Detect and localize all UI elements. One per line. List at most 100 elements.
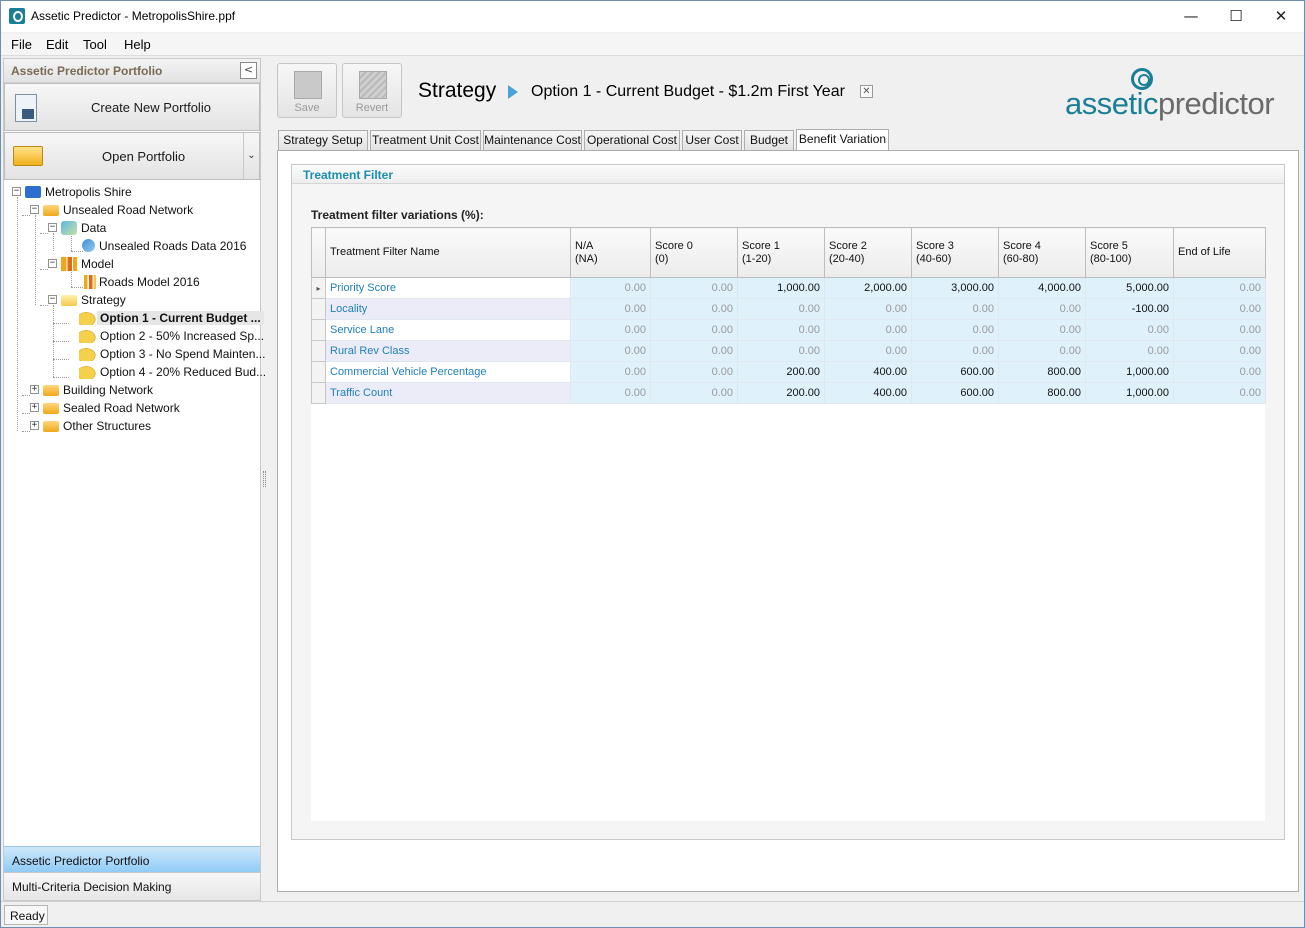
column-header-end-of-life[interactable]: End of Life [1173, 227, 1266, 278]
table-row[interactable]: Locality 0.00 0.00 0.00 0.00 0.00 0.00 -… [311, 298, 1266, 320]
tree-node-unsealed-road-network[interactable]: − Unsealed Road Network [4, 201, 260, 219]
filter-name-cell[interactable]: Rural Rev Class [325, 340, 571, 362]
tree-node-building-network[interactable]: + Building Network [4, 381, 260, 399]
value-cell[interactable]: 0.00 [737, 319, 825, 341]
value-cell[interactable]: 0.00 [911, 298, 999, 320]
value-cell[interactable]: 0.00 [998, 298, 1086, 320]
value-cell[interactable]: 0.00 [1173, 382, 1266, 404]
nav-multi-criteria-decision-making[interactable]: Multi-Criteria Decision Making [4, 872, 260, 900]
close-window-button[interactable]: ✕ [1258, 1, 1304, 32]
column-header-na[interactable]: N/A (NA) [570, 227, 651, 278]
tree-node-option-4[interactable]: Option 4 - 20% Reduced Bud... [4, 363, 266, 381]
panel-splitter-handle[interactable] [263, 471, 266, 487]
value-cell[interactable]: 0.00 [650, 382, 738, 404]
value-cell[interactable]: 0.00 [570, 319, 651, 341]
filter-name-cell[interactable]: Traffic Count [325, 382, 571, 404]
value-cell[interactable]: 0.00 [650, 340, 738, 362]
collapse-icon[interactable]: − [48, 259, 57, 268]
column-header-score-5[interactable]: Score 5 (80-100) [1085, 227, 1174, 278]
value-cell[interactable]: 0.00 [570, 277, 651, 299]
value-cell[interactable]: 0.00 [911, 319, 999, 341]
save-button[interactable]: Save [277, 63, 337, 118]
menu-file[interactable]: File [11, 37, 32, 52]
create-new-portfolio-button[interactable]: Create New Portfolio [4, 83, 260, 131]
value-cell[interactable]: 0.00 [570, 298, 651, 320]
maximize-button[interactable]: ☐ [1213, 1, 1259, 32]
column-header-name[interactable]: Treatment Filter Name [325, 227, 571, 278]
minimize-button[interactable]: — [1168, 1, 1214, 32]
tree-node-model[interactable]: − Model [4, 255, 260, 273]
value-cell[interactable]: 0.00 [1173, 340, 1266, 362]
tab-treatment-unit-cost[interactable]: Treatment Unit Cost [370, 130, 481, 150]
value-cell[interactable]: 0.00 [998, 340, 1086, 362]
value-cell[interactable]: 200.00 [737, 361, 825, 383]
value-cell[interactable]: 800.00 [998, 382, 1086, 404]
value-cell[interactable]: 0.00 [650, 298, 738, 320]
menu-help[interactable]: Help [124, 37, 151, 52]
value-cell[interactable]: 0.00 [824, 340, 912, 362]
value-cell[interactable]: 600.00 [911, 361, 999, 383]
filter-name-cell[interactable]: Commercial Vehicle Percentage [325, 361, 571, 383]
value-cell[interactable]: 0.00 [570, 361, 651, 383]
value-cell[interactable]: 0.00 [1173, 319, 1266, 341]
tree-node-option-2[interactable]: Option 2 - 50% Increased Sp... [4, 327, 264, 345]
value-cell[interactable]: 1,000.00 [1085, 361, 1174, 383]
table-row[interactable]: Traffic Count 0.00 0.00 200.00 400.00 60… [311, 382, 1266, 404]
value-cell[interactable]: 0.00 [824, 298, 912, 320]
value-cell[interactable]: 400.00 [824, 382, 912, 404]
revert-button[interactable]: Revert [342, 63, 402, 118]
close-option-button[interactable]: ✕ [860, 85, 873, 98]
tree-node-metropolis-shire[interactable]: − Metropolis Shire [4, 183, 260, 201]
open-portfolio-button[interactable]: Open Portfolio ⌄ [4, 132, 260, 180]
value-cell[interactable]: 600.00 [911, 382, 999, 404]
value-cell[interactable]: 0.00 [998, 319, 1086, 341]
value-cell[interactable]: 400.00 [824, 361, 912, 383]
value-cell[interactable]: 1,000.00 [1085, 382, 1174, 404]
nav-assetic-predictor-portfolio[interactable]: Assetic Predictor Portfolio [4, 846, 260, 872]
tree-node-option-1[interactable]: Option 1 - Current Budget ... [4, 309, 264, 327]
value-cell[interactable]: 0.00 [737, 340, 825, 362]
value-cell[interactable]: 0.00 [1173, 361, 1266, 383]
value-cell[interactable]: 5,000.00 [1085, 277, 1174, 299]
collapse-icon[interactable]: − [48, 295, 57, 304]
column-header-score-0[interactable]: Score 0 (0) [650, 227, 738, 278]
value-cell[interactable]: 0.00 [1173, 277, 1266, 299]
value-cell[interactable]: 0.00 [1085, 319, 1174, 341]
value-cell[interactable]: 0.00 [737, 298, 825, 320]
filter-name-cell[interactable]: Locality [325, 298, 571, 320]
tab-operational-cost[interactable]: Operational Cost [584, 130, 680, 150]
value-cell[interactable]: 0.00 [650, 361, 738, 383]
filter-name-cell[interactable]: Service Lane [325, 319, 571, 341]
table-row[interactable]: Commercial Vehicle Percentage 0.00 0.00 … [311, 361, 1266, 383]
table-row[interactable]: Rural Rev Class 0.00 0.00 0.00 0.00 0.00… [311, 340, 1266, 362]
value-cell[interactable]: 0.00 [1085, 340, 1174, 362]
collapse-icon[interactable]: − [48, 223, 57, 232]
column-header-score-3[interactable]: Score 3 (40-60) [911, 227, 999, 278]
value-cell[interactable]: 0.00 [1173, 298, 1266, 320]
value-cell[interactable]: 1,000.00 [737, 277, 825, 299]
value-cell[interactable]: 800.00 [998, 361, 1086, 383]
column-header-score-2[interactable]: Score 2 (20-40) [824, 227, 912, 278]
table-row[interactable]: Service Lane 0.00 0.00 0.00 0.00 0.00 0.… [311, 319, 1266, 341]
value-cell[interactable]: -100.00 [1085, 298, 1174, 320]
collapse-panel-button[interactable]: < [240, 62, 257, 79]
value-cell[interactable]: 0.00 [911, 340, 999, 362]
tree-node-sealed-road-network[interactable]: + Sealed Road Network [4, 399, 260, 417]
collapse-icon[interactable]: − [12, 187, 21, 196]
value-cell[interactable]: 0.00 [650, 277, 738, 299]
column-header-score-1[interactable]: Score 1 (1-20) [737, 227, 825, 278]
tree-node-option-3[interactable]: Option 3 - No Spend Mainten... [4, 345, 265, 363]
tab-benefit-variation[interactable]: Benefit Variation [796, 129, 889, 151]
value-cell[interactable]: 0.00 [570, 340, 651, 362]
value-cell[interactable]: 0.00 [824, 319, 912, 341]
menu-tool[interactable]: Tool [83, 37, 107, 52]
tree-node-other-structures[interactable]: + Other Structures [4, 417, 260, 435]
column-header-score-4[interactable]: Score 4 (60-80) [998, 227, 1086, 278]
tab-budget[interactable]: Budget [744, 130, 794, 150]
filter-name-cell[interactable]: Priority Score [325, 277, 571, 299]
expand-icon[interactable]: + [30, 403, 39, 412]
collapse-icon[interactable]: − [30, 205, 39, 214]
value-cell[interactable]: 200.00 [737, 382, 825, 404]
value-cell[interactable]: 4,000.00 [998, 277, 1086, 299]
value-cell[interactable]: 3,000.00 [911, 277, 999, 299]
